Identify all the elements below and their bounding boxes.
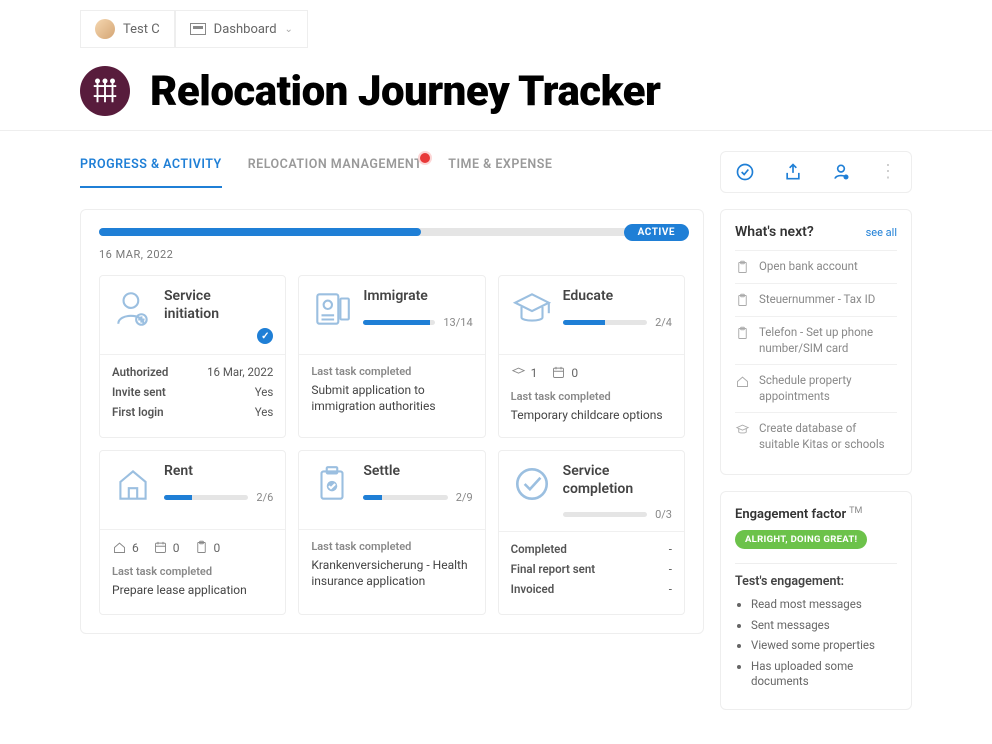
graduation-cap-icon — [511, 288, 553, 330]
main-content: ACTIVE 16 MAR, 2022 Service initiation A… — [0, 193, 992, 740]
avatar — [95, 19, 115, 39]
app-logo — [80, 66, 130, 116]
top-bar: Test C Dashboard ⌄ — [0, 0, 992, 48]
dashboard-icon — [190, 23, 206, 35]
tab-row: PROGRESS & ACTIVITY RELOCATION MANAGEMEN… — [0, 131, 992, 193]
notification-dot-icon — [418, 151, 432, 165]
tabs: PROGRESS & ACTIVITY RELOCATION MANAGEMEN… — [80, 157, 552, 188]
card-rent[interactable]: Rent 2/6 6 0 0 Last task completed Prepa… — [99, 450, 286, 615]
card-immigrate[interactable]: Immigrate 13/14 Last task completed Subm… — [298, 275, 485, 438]
card-educate[interactable]: Educate 2/4 1 0 Last task completed Temp… — [498, 275, 685, 438]
house-icon — [112, 463, 154, 505]
card-title: Rent — [164, 463, 273, 481]
card-service-completion[interactable]: Service completion 0/3 Completed- Final … — [498, 450, 685, 615]
action-bar: ⋮ — [720, 151, 912, 193]
check-action-icon[interactable] — [735, 162, 755, 182]
clipboard-icon — [735, 260, 750, 275]
dashboard-label: Dashboard — [214, 22, 277, 37]
clipboard-icon — [735, 293, 750, 308]
card-title: Service initiation — [164, 288, 247, 323]
chevron-down-icon: ⌄ — [285, 24, 293, 35]
card-title: Settle — [363, 463, 472, 481]
user-settings-icon[interactable] — [831, 162, 851, 182]
right-column: What's next? see all Open bank account S… — [720, 209, 912, 710]
upload-action-icon[interactable] — [783, 162, 803, 182]
house-icon — [735, 374, 750, 389]
dashboard-menu[interactable]: Dashboard ⌄ — [175, 10, 308, 48]
clipboard-check-icon — [311, 463, 353, 505]
engagement-subtitle: Test's engagement: — [735, 574, 897, 589]
progress-date: 16 MAR, 2022 — [99, 248, 685, 261]
page-header: Relocation Journey Tracker — [0, 48, 992, 131]
card-title: Service completion — [563, 463, 672, 498]
card-title: Educate — [563, 288, 672, 306]
engagement-panel: Engagement factor TM ALRIGHT, DOING GREA… — [720, 491, 912, 710]
tab-time-expense[interactable]: TIME & EXPENSE — [448, 157, 552, 188]
card-settle[interactable]: Settle 2/9 Last task completed Krankenve… — [298, 450, 485, 615]
see-all-link[interactable]: see all — [866, 226, 897, 239]
progress-bar — [99, 228, 685, 236]
stat-clipboard: 0 — [194, 540, 221, 555]
page-title: Relocation Journey Tracker — [150, 67, 660, 116]
person-plus-icon — [112, 288, 154, 330]
status-pill: ACTIVE — [624, 224, 689, 241]
next-item[interactable]: Telefon - Set up phone number/SIM card — [735, 316, 897, 364]
overall-progress: ACTIVE — [99, 228, 685, 236]
tm-mark: TM — [849, 506, 862, 516]
user-name: Test C — [123, 22, 160, 37]
graduation-cap-icon — [735, 422, 750, 437]
next-item[interactable]: Create database of suitable Kitas or sch… — [735, 412, 897, 460]
stat-calendar: 0 — [551, 365, 578, 380]
stat-cap: 1 — [511, 365, 538, 380]
progress-panel: ACTIVE 16 MAR, 2022 Service initiation A… — [80, 209, 704, 634]
whats-next-panel: What's next? see all Open bank account S… — [720, 209, 912, 475]
progress-fill — [99, 228, 421, 236]
engagement-item: Viewed some properties — [751, 638, 897, 654]
engagement-item: Sent messages — [751, 618, 897, 634]
next-item[interactable]: Steuernummer - Tax ID — [735, 283, 897, 316]
panel-title: What's next? — [735, 224, 814, 240]
card-title: Immigrate — [363, 288, 472, 306]
check-badge-icon — [257, 328, 273, 344]
card-service-initiation[interactable]: Service initiation Authorized16 Mar, 202… — [99, 275, 286, 438]
user-menu[interactable]: Test C — [80, 10, 175, 48]
clipboard-icon — [735, 326, 750, 341]
stat-calendar: 0 — [153, 540, 180, 555]
engagement-item: Read most messages — [751, 597, 897, 613]
passport-icon — [311, 288, 353, 330]
engagement-status-pill: ALRIGHT, DOING GREAT! — [735, 530, 867, 549]
cards-grid: Service initiation Authorized16 Mar, 202… — [99, 275, 685, 615]
more-menu-icon[interactable]: ⋮ — [879, 163, 897, 181]
tab-progress-activity[interactable]: PROGRESS & ACTIVITY — [80, 157, 222, 188]
engagement-list: Read most messages Sent messages Viewed … — [735, 597, 897, 690]
tab-relocation-management[interactable]: RELOCATION MANAGEMENT — [248, 157, 423, 188]
next-item[interactable]: Schedule property appointments — [735, 364, 897, 412]
engagement-label: Engagement factor — [735, 507, 846, 522]
check-circle-icon — [511, 463, 553, 505]
engagement-item: Has uploaded some documents — [751, 659, 897, 690]
next-item[interactable]: Open bank account — [735, 250, 897, 283]
stat-house: 6 — [112, 540, 139, 555]
